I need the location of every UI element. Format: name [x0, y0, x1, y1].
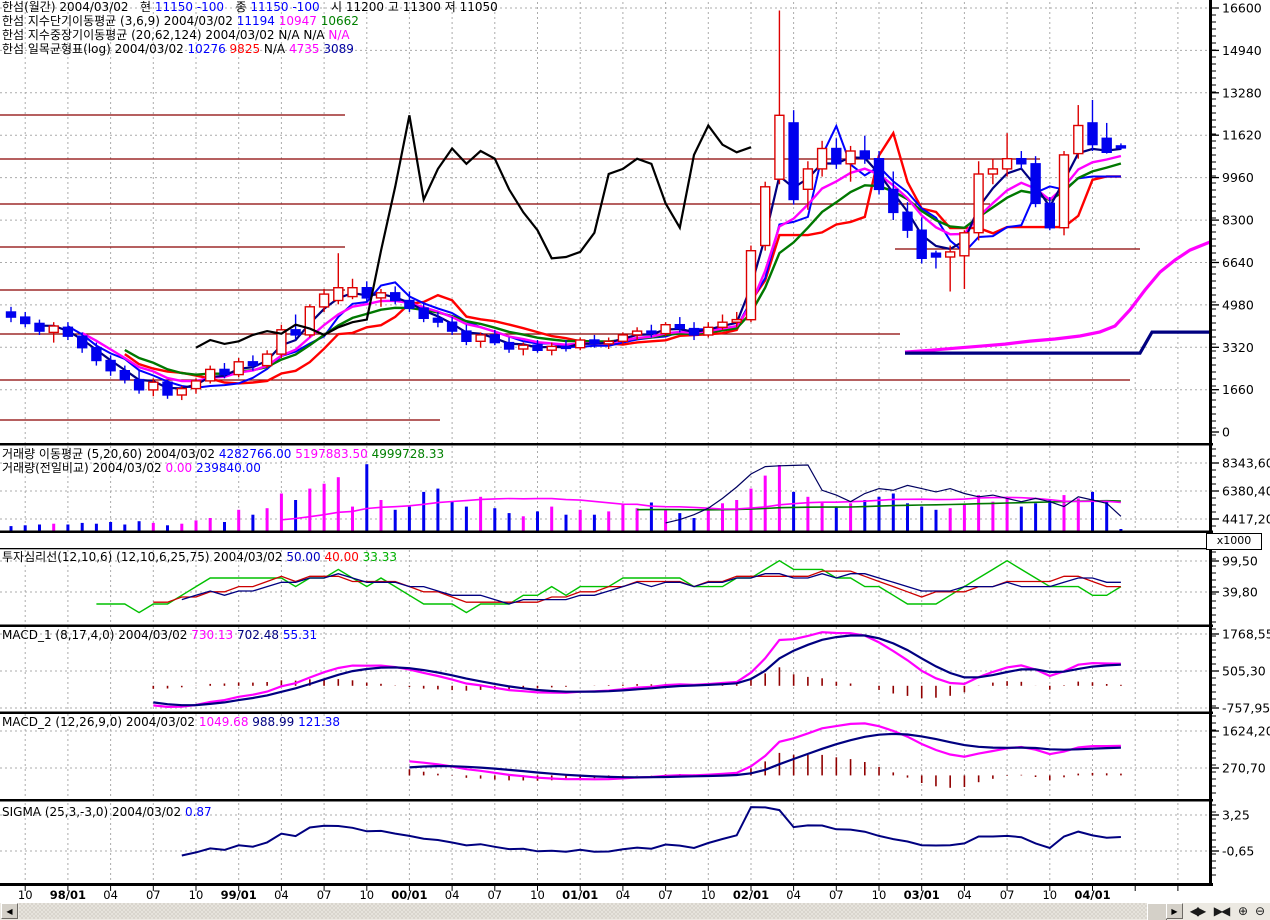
svg-text:02/01: 02/01 [733, 888, 769, 902]
svg-text:1660: 1660 [1222, 382, 1254, 397]
svg-text:8343,60: 8343,60 [1222, 456, 1270, 471]
svg-text:10: 10 [189, 888, 204, 902]
svg-text:-0,65: -0,65 [1222, 844, 1254, 859]
horizontal-scrollbar[interactable]: ◀ ▶ ◀▶▶◀⊕⊖⊞ [0, 903, 1270, 920]
svg-text:04: 04 [616, 888, 631, 902]
svg-text:4980: 4980 [1222, 297, 1254, 312]
svg-text:10: 10 [359, 888, 374, 902]
svg-text:14940: 14940 [1222, 43, 1262, 58]
svg-text:10: 10 [701, 888, 716, 902]
svg-text:11620: 11620 [1222, 128, 1262, 143]
macd2-panel-title: MACD_2 (12,26,9,0) 2004/03/02 1049.68 98… [2, 715, 340, 729]
volume-compare-legend: 거래량(전일비교) 2004/03/02 0.00 239840.00 [2, 461, 261, 475]
sentiment-panel-title: 투자심리선(12,10,6) (12,10,6,25,75) 2004/03/0… [2, 550, 397, 564]
svg-text:6640: 6640 [1222, 255, 1254, 270]
svg-text:16600: 16600 [1222, 1, 1262, 16]
svg-text:39,80: 39,80 [1222, 585, 1258, 600]
svg-text:13280: 13280 [1222, 85, 1262, 100]
svg-text:98/01: 98/01 [50, 888, 86, 902]
svg-text:10: 10 [872, 888, 887, 902]
scrollbar-track[interactable] [19, 903, 1165, 919]
zoom-in-icon[interactable]: ⊕ [1234, 903, 1250, 919]
svg-text:3,25: 3,25 [1222, 808, 1250, 823]
macd1-panel-title: MACD_1 (8,17,4,0) 2004/03/02 730.13 702.… [2, 628, 317, 642]
svg-text:04: 04 [957, 888, 972, 902]
svg-text:8300: 8300 [1222, 213, 1254, 228]
scrollbar-thumb[interactable] [1147, 903, 1167, 920]
svg-text:10: 10 [530, 888, 545, 902]
svg-text:4417,20: 4417,20 [1222, 512, 1270, 527]
svg-text:6380,40: 6380,40 [1222, 484, 1270, 499]
svg-text:3320: 3320 [1222, 340, 1254, 355]
svg-text:270,70: 270,70 [1222, 761, 1266, 776]
svg-text:01/01: 01/01 [562, 888, 598, 902]
svg-text:00/01: 00/01 [391, 888, 427, 902]
collapse-horizontal-icon[interactable]: ▶◀ [1210, 903, 1232, 919]
scroll-left-button[interactable]: ◀ [1, 903, 18, 919]
svg-text:9960: 9960 [1222, 170, 1254, 185]
svg-text:07: 07 [658, 888, 673, 902]
svg-text:505,30: 505,30 [1222, 664, 1266, 679]
scroll-right-button[interactable]: ▶ [1166, 903, 1183, 919]
svg-text:07: 07 [1000, 888, 1015, 902]
svg-text:99,50: 99,50 [1222, 554, 1258, 569]
svg-text:99/01: 99/01 [221, 888, 257, 902]
zoom-out-icon[interactable]: ⊖ [1251, 903, 1267, 919]
svg-text:1624,20: 1624,20 [1222, 724, 1270, 739]
svg-text:0: 0 [1222, 425, 1230, 440]
header-ichimoku-line: 한섬 일목균형표(log) 2004/03/02 10276 9825 N/A … [2, 42, 354, 56]
svg-text:10: 10 [18, 888, 33, 902]
expand-horizontal-icon[interactable]: ◀▶ [1186, 903, 1208, 919]
svg-text:07: 07 [829, 888, 844, 902]
volume-unit-label: x1000 [1206, 533, 1262, 550]
svg-text:04/01: 04/01 [1074, 888, 1110, 902]
svg-text:04: 04 [103, 888, 118, 902]
svg-text:1768,55: 1768,55 [1222, 627, 1270, 642]
svg-text:03/01: 03/01 [904, 888, 940, 902]
svg-text:04: 04 [445, 888, 460, 902]
header-long-ma-line: 한섬 지수중장기이동평균 (20,62,124) 2004/03/02 N/A … [2, 28, 350, 42]
header-quote-line: 한섬(월간) 2004/03/02 현 11150 -100 종 11150 -… [2, 0, 498, 14]
svg-text:04: 04 [274, 888, 289, 902]
svg-text:07: 07 [317, 888, 332, 902]
svg-text:-757,95: -757,95 [1222, 701, 1270, 716]
svg-text:07: 07 [487, 888, 502, 902]
svg-text:07: 07 [146, 888, 161, 902]
svg-text:04: 04 [786, 888, 801, 902]
sigma-panel-title: SIGMA (25,3,-3,0) 2004/03/02 0.87 [2, 805, 212, 819]
volume-ma-legend: 거래량 이동평균 (5,20,60) 2004/03/02 4282766.00… [2, 447, 444, 461]
header-short-ma-line: 한섬 지수단기이동평균 (3,6,9) 2004/03/02 11194 109… [2, 14, 359, 28]
chart-application-window: 1660014940132801162099608300664049803320… [0, 0, 1270, 920]
svg-text:10: 10 [1042, 888, 1057, 902]
